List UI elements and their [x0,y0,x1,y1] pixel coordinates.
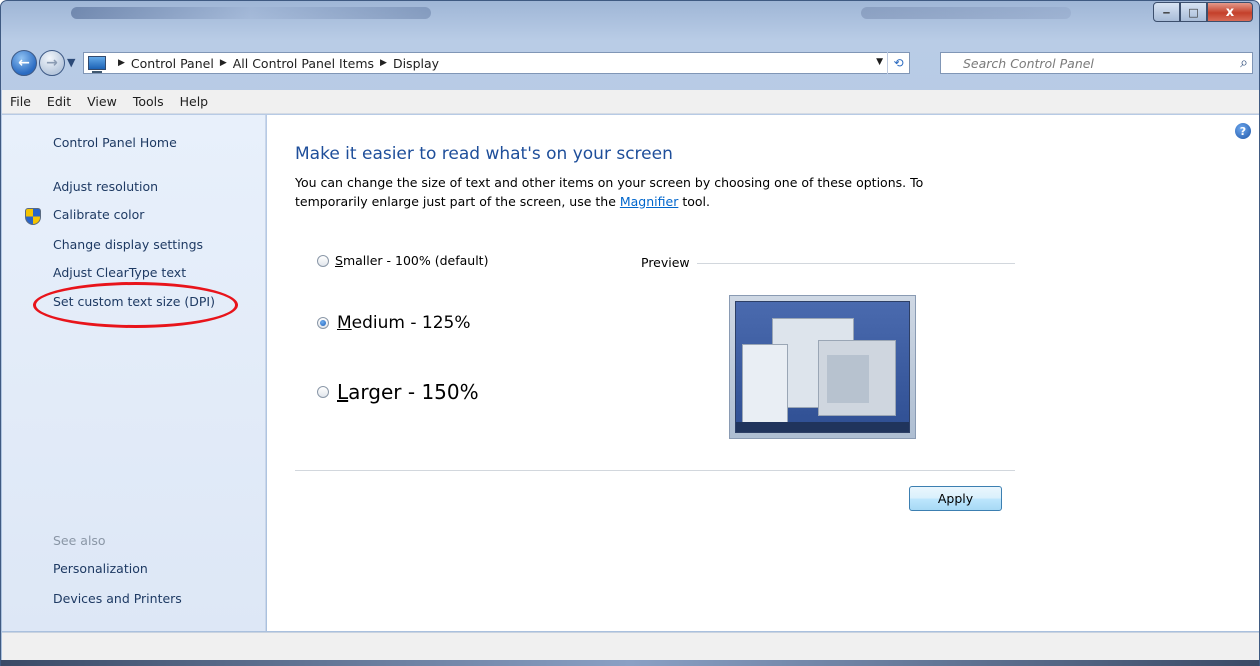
option-medium-label: edium - 125% [351,313,471,333]
menu-view[interactable]: View [87,94,117,109]
sidebar-item-adjust-cleartype[interactable]: Adjust ClearType text [53,265,186,280]
preview-window-left [742,344,788,424]
recent-pages-icon[interactable]: ▼ [67,56,75,69]
option-smaller[interactable]: Smaller - 100% (default) [317,253,488,268]
page-title: Make it easier to read what's on your sc… [295,144,673,164]
preview-divider [697,263,1015,264]
caption-buttons: ‒ □ x [1153,2,1253,23]
option-smaller-mnemonic: S [335,253,343,268]
refresh-icon[interactable]: ⟲ [887,52,909,74]
option-larger-label: arger - 150% [348,380,479,404]
control-panel-icon [88,56,106,73]
sidebar: Control Panel Home Adjust resolution Cal… [2,115,266,631]
content-divider [295,470,1015,471]
title-bar-blurred-path [71,7,431,19]
control-panel-window: ‒ □ x ← → ▼ ▶ Control Panel ▶ All Contro… [0,0,1260,666]
address-bar[interactable]: ▶ Control Panel ▶ All Control Panel Item… [83,52,910,74]
apply-button[interactable]: Apply [909,486,1002,511]
highlight-circle [33,282,238,328]
sidebar-item-change-display-settings[interactable]: Change display settings [53,237,203,252]
breadcrumb-arrow-icon[interactable]: ▶ [220,58,227,68]
breadcrumb-all-items[interactable]: All Control Panel Items [233,56,374,71]
menu-bar: File Edit View Tools Help [2,90,1259,114]
breadcrumb-display[interactable]: Display [393,56,439,71]
option-larger-mnemonic: L [337,380,349,404]
close-button[interactable]: x [1207,2,1253,22]
radio-larger[interactable] [317,386,329,398]
preview-label: Preview [641,255,690,270]
help-icon[interactable]: ? [1235,123,1251,139]
search-icon[interactable]: ⌕ [1240,55,1248,71]
search-box[interactable]: Search Control Panel ⌕ [940,52,1253,74]
address-dropdown-icon[interactable]: ▼ [876,57,883,67]
preview-taskbar [736,422,909,432]
back-icon[interactable]: ← [11,50,37,76]
search-input[interactable]: Search Control Panel [963,56,1094,71]
sidebar-item-devices-printers[interactable]: Devices and Printers [53,591,182,606]
option-medium[interactable]: Medium - 125% [317,313,471,333]
sidebar-item-adjust-resolution[interactable]: Adjust resolution [53,179,158,194]
preview-screen [735,301,910,433]
sidebar-item-calibrate-color[interactable]: Calibrate color [53,207,144,222]
menu-edit[interactable]: Edit [47,94,71,109]
breadcrumb-arrow-icon[interactable]: ▶ [118,58,125,68]
title-bar[interactable]: ‒ □ x [1,1,1259,47]
see-also-label: See also [53,533,106,548]
breadcrumb-control-panel[interactable]: Control Panel [131,56,214,71]
forward-icon[interactable]: → [39,50,65,76]
navigation-bar: ← → ▼ ▶ Control Panel ▶ All Control Pane… [7,50,1253,78]
option-larger[interactable]: Larger - 150% [317,380,479,404]
option-medium-mnemonic: M [337,313,352,333]
page-description: You can change the size of text and othe… [295,173,995,211]
taskbar-edge [1,660,1259,666]
uac-shield-icon [25,208,41,225]
minimize-button[interactable]: ‒ [1153,2,1180,22]
preview-window-front [818,340,896,416]
preview-image [729,295,916,439]
option-smaller-label: maller - 100% (default) [342,253,489,268]
status-bar [2,632,1259,660]
sidebar-item-personalization[interactable]: Personalization [53,561,148,576]
menu-file[interactable]: File [10,94,31,109]
description-text-end: tool. [678,194,710,209]
magnifier-link[interactable]: Magnifier [620,194,678,209]
radio-smaller[interactable] [317,254,329,267]
radio-medium[interactable] [317,317,329,329]
title-bar-blurred-search [861,7,1071,19]
main-content: ? Make it easier to read what's on your … [267,115,1259,631]
menu-tools[interactable]: Tools [133,94,164,109]
breadcrumb-arrow-icon[interactable]: ▶ [380,58,387,68]
maximize-button[interactable]: □ [1180,2,1207,22]
description-text: You can change the size of text and othe… [295,175,924,209]
sidebar-home-link[interactable]: Control Panel Home [53,135,177,150]
menu-help[interactable]: Help [180,94,209,109]
